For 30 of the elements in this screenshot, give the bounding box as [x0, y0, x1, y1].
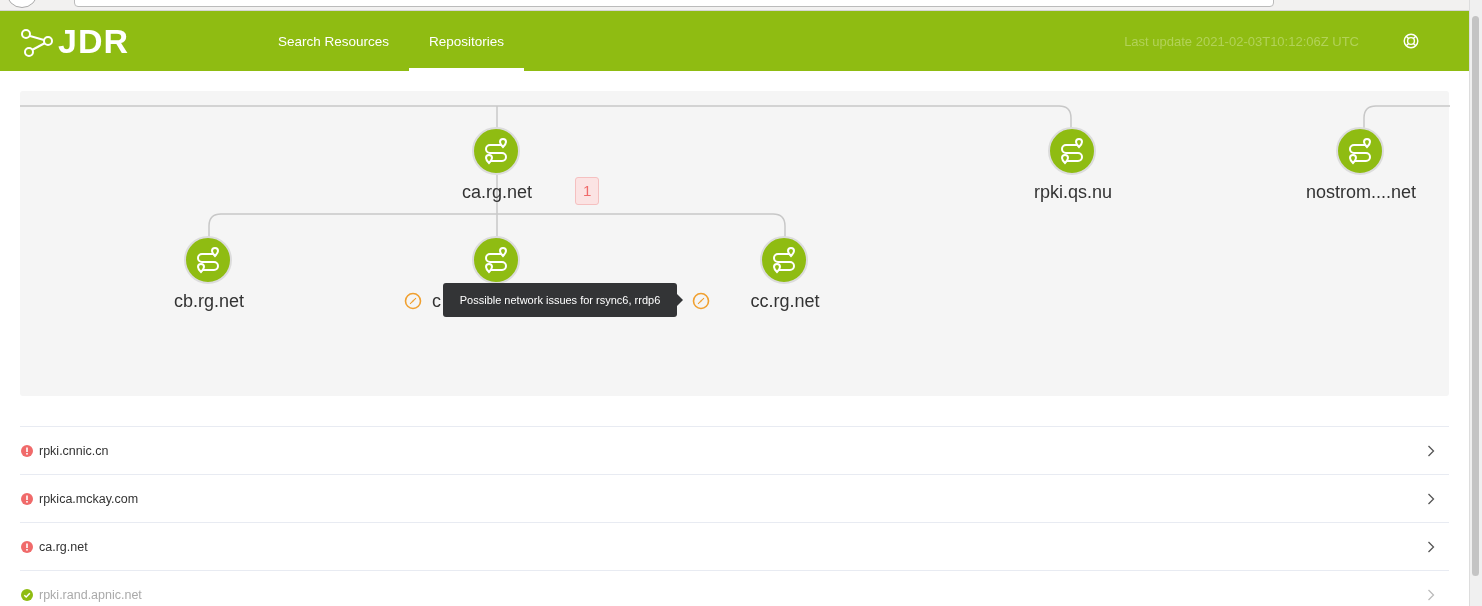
node-label: cb.rg.net	[172, 290, 245, 313]
repository-row[interactable]: ca.rg.net	[20, 522, 1449, 570]
chevron-right-icon[interactable]	[1427, 492, 1435, 505]
scrollbar-thumb[interactable]	[1472, 16, 1479, 576]
lifebuoy-icon[interactable]	[1403, 33, 1419, 49]
repository-name: rpkica.mckay.com	[39, 491, 139, 506]
repository-node[interactable]	[1048, 127, 1096, 175]
repository-name: ca.rg.net	[39, 539, 88, 554]
repository-node[interactable]	[472, 236, 520, 284]
node-label: rpki.qs.nu	[1032, 181, 1113, 204]
repository-node[interactable]	[760, 236, 808, 284]
repository-node[interactable]	[184, 236, 232, 284]
repository-name: rpki.cnnic.cn	[39, 443, 109, 458]
brand-name: JDR	[58, 21, 130, 61]
tooltip-pointer	[677, 294, 683, 306]
repository-node[interactable]	[472, 127, 520, 175]
tooltip: Possible network issues for rsync6, rrdp6	[443, 283, 677, 317]
node-label: nostrom....net	[1304, 181, 1418, 204]
repository-row[interactable]: rpkica.mckay.com	[20, 474, 1449, 522]
node-label: cc.rg.net	[749, 290, 821, 313]
compass-icon	[692, 292, 710, 310]
node-label: ca.rg.net	[460, 181, 533, 204]
chevron-right-icon[interactable]	[1427, 444, 1435, 457]
chevron-right-icon[interactable]	[1427, 540, 1435, 553]
node-label: c	[432, 290, 441, 313]
last-update: Last update 2021-02-03T10:12:06Z UTC	[1124, 33, 1359, 49]
repository-row[interactable]: rpki.cnnic.cn	[20, 426, 1449, 474]
count-badge: 1	[575, 177, 600, 205]
repository-node[interactable]	[1336, 127, 1384, 175]
repository-name: rpki.rand.apnic.net	[39, 587, 142, 602]
